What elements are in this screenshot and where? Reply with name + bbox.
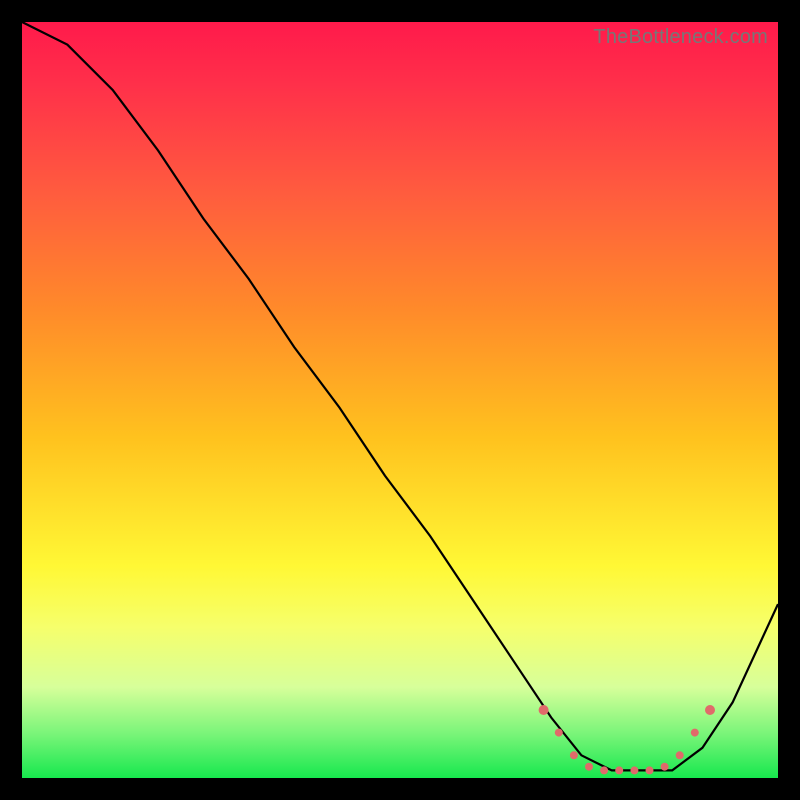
- marker-dot: [555, 729, 563, 737]
- marker-dot: [539, 705, 549, 715]
- sweet-spot-markers: [539, 705, 715, 774]
- bottleneck-curve: [22, 22, 778, 770]
- marker-dot: [691, 729, 699, 737]
- marker-dot: [676, 751, 684, 759]
- marker-dot: [661, 763, 669, 771]
- chart-stage: { "watermark": "TheBottleneck.com", "col…: [0, 0, 800, 800]
- marker-dot: [570, 751, 578, 759]
- marker-dot: [585, 763, 593, 771]
- marker-dot: [615, 766, 623, 774]
- marker-dot: [646, 766, 654, 774]
- marker-dot: [600, 766, 608, 774]
- marker-dot: [705, 705, 715, 715]
- plot-area: TheBottleneck.com: [22, 22, 778, 778]
- chart-svg: [22, 22, 778, 778]
- marker-dot: [630, 766, 638, 774]
